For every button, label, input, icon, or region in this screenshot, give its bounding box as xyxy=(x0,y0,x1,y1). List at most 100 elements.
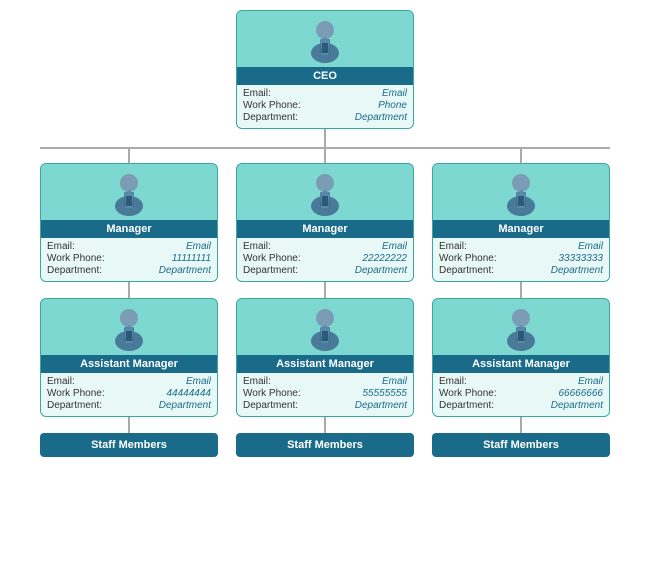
asst2-dept-value: Department xyxy=(355,400,407,411)
mgr1-dept-value: Department xyxy=(159,265,211,276)
asst1-person-icon xyxy=(106,305,152,351)
asst3-phone-row: Work Phone: 66666666 xyxy=(439,388,603,399)
mgr1-dept-label: Department: xyxy=(47,265,102,276)
asst1-email-label: Email: xyxy=(47,376,75,387)
asst1-email-value: Email xyxy=(186,376,211,387)
mgr2-avatar xyxy=(237,164,413,220)
mgr3-dept-value: Department xyxy=(551,265,603,276)
staff-level: Staff Members Staff Members Staff Member… xyxy=(40,433,610,457)
asst3-phone-label: Work Phone: xyxy=(439,388,497,399)
asst2-person-icon xyxy=(302,305,348,351)
ceo-email-value: Email xyxy=(382,88,407,99)
asst2-dept-label: Department: xyxy=(243,400,298,411)
mgr1-title: Manager xyxy=(41,220,217,238)
asst2-dept-row: Department: Department xyxy=(243,400,407,411)
ceo-title: CEO xyxy=(237,67,413,85)
asst2-email-row: Email: Email xyxy=(243,376,407,387)
staff-2-card: Staff Members xyxy=(236,433,414,457)
org-chart: CEO Email: Email Work Phone: Phone Depar… xyxy=(10,10,640,457)
asst3-avatar xyxy=(433,299,609,355)
ceo-email-label: Email: xyxy=(243,88,271,99)
asst1-body: Email: Email Work Phone: 44444444 Depart… xyxy=(41,373,217,416)
asst2-phone-row: Work Phone: 55555555 xyxy=(243,388,407,399)
asst1-avatar xyxy=(41,299,217,355)
asst2-email-value: Email xyxy=(382,376,407,387)
mgr2-title: Manager xyxy=(237,220,413,238)
asst2-card: Assistant Manager Email: Email Work Phon… xyxy=(236,298,414,417)
asst2-col: Assistant Manager Email: Email Work Phon… xyxy=(236,298,414,433)
ceo-v-connector xyxy=(324,129,326,147)
mgr1-v-top xyxy=(128,149,130,163)
asst1-col: Assistant Manager Email: Email Work Phon… xyxy=(40,298,218,433)
asst1-card: Assistant Manager Email: Email Work Phon… xyxy=(40,298,218,417)
asst1-dept-row: Department: Department xyxy=(47,400,211,411)
mgr3-body: Email: Email Work Phone: 33333333 Depart… xyxy=(433,238,609,281)
mgr2-dept-label: Department: xyxy=(243,265,298,276)
mgr3-avatar xyxy=(433,164,609,220)
mgr2-v-top xyxy=(324,149,326,163)
asst3-v-bottom xyxy=(520,417,522,433)
manager-2-col: Manager Email: Email Work Phone: 2222222… xyxy=(236,149,414,298)
mgr3-phone-row: Work Phone: 33333333 xyxy=(439,253,603,264)
mgr2-person-icon xyxy=(302,170,348,216)
ceo-dept-row: Department: Department xyxy=(243,112,407,123)
asst2-v-bottom xyxy=(324,417,326,433)
mgr3-dept-label: Department: xyxy=(439,265,494,276)
assistant-level: Assistant Manager Email: Email Work Phon… xyxy=(40,298,610,433)
asst3-email-value: Email xyxy=(578,376,603,387)
mgr2-phone-row: Work Phone: 22222222 xyxy=(243,253,407,264)
ceo-email-row: Email: Email xyxy=(243,88,407,99)
asst3-dept-label: Department: xyxy=(439,400,494,411)
staff-3-label: Staff Members xyxy=(432,433,610,457)
asst1-dept-label: Department: xyxy=(47,400,102,411)
staff-2-label: Staff Members xyxy=(236,433,414,457)
asst1-phone-row: Work Phone: 44444444 xyxy=(47,388,211,399)
mgr2-email-value: Email xyxy=(382,241,407,252)
manager-2-card: Manager Email: Email Work Phone: 2222222… xyxy=(236,163,414,282)
asst1-v-bottom xyxy=(128,417,130,433)
asst1-dept-value: Department xyxy=(159,400,211,411)
mgr3-v-top xyxy=(520,149,522,163)
mgr3-phone-value: 33333333 xyxy=(559,253,604,264)
asst3-body: Email: Email Work Phone: 66666666 Depart… xyxy=(433,373,609,416)
mgr3-email-value: Email xyxy=(578,241,603,252)
ceo-phone-label: Work Phone: xyxy=(243,100,301,111)
mgr1-v-bottom xyxy=(128,282,130,298)
asst1-email-row: Email: Email xyxy=(47,376,211,387)
mgr1-phone-label: Work Phone: xyxy=(47,253,105,264)
asst3-dept-value: Department xyxy=(551,400,603,411)
mgr2-body: Email: Email Work Phone: 22222222 Depart… xyxy=(237,238,413,281)
asst3-col: Assistant Manager Email: Email Work Phon… xyxy=(432,298,610,433)
mgr3-title: Manager xyxy=(433,220,609,238)
asst2-avatar xyxy=(237,299,413,355)
mgr2-v-bottom xyxy=(324,282,326,298)
staff-1-label: Staff Members xyxy=(40,433,218,457)
mgr2-email-label: Email: xyxy=(243,241,271,252)
asst3-title: Assistant Manager xyxy=(433,355,609,373)
mgr2-dept-row: Department: Department xyxy=(243,265,407,276)
mgr1-email-value: Email xyxy=(186,241,211,252)
asst2-title: Assistant Manager xyxy=(237,355,413,373)
mgr3-person-icon xyxy=(498,170,544,216)
mgr3-phone-label: Work Phone: xyxy=(439,253,497,264)
mgr1-body: Email: Email Work Phone: 11111111 Depart… xyxy=(41,238,217,281)
ceo-card: CEO Email: Email Work Phone: Phone Depar… xyxy=(236,10,414,129)
manager-1-col: Manager Email: Email Work Phone: 1111111… xyxy=(40,149,218,298)
asst3-email-row: Email: Email xyxy=(439,376,603,387)
mgr2-dept-value: Department xyxy=(355,265,407,276)
asst2-phone-value: 55555555 xyxy=(363,388,408,399)
asst2-phone-label: Work Phone: xyxy=(243,388,301,399)
asst3-phone-value: 66666666 xyxy=(559,388,604,399)
ceo-avatar xyxy=(237,11,413,67)
asst3-card: Assistant Manager Email: Email Work Phon… xyxy=(432,298,610,417)
asst1-phone-value: 44444444 xyxy=(167,388,212,399)
ceo-dept-value: Department xyxy=(355,112,407,123)
ceo-body: Email: Email Work Phone: Phone Departmen… xyxy=(237,85,413,128)
ceo-phone-row: Work Phone: Phone xyxy=(243,100,407,111)
asst2-body: Email: Email Work Phone: 55555555 Depart… xyxy=(237,373,413,416)
mgr1-dept-row: Department: Department xyxy=(47,265,211,276)
asst3-email-label: Email: xyxy=(439,376,467,387)
asst3-person-icon xyxy=(498,305,544,351)
staff-1-card: Staff Members xyxy=(40,433,218,457)
mgr2-phone-value: 22222222 xyxy=(363,253,408,264)
